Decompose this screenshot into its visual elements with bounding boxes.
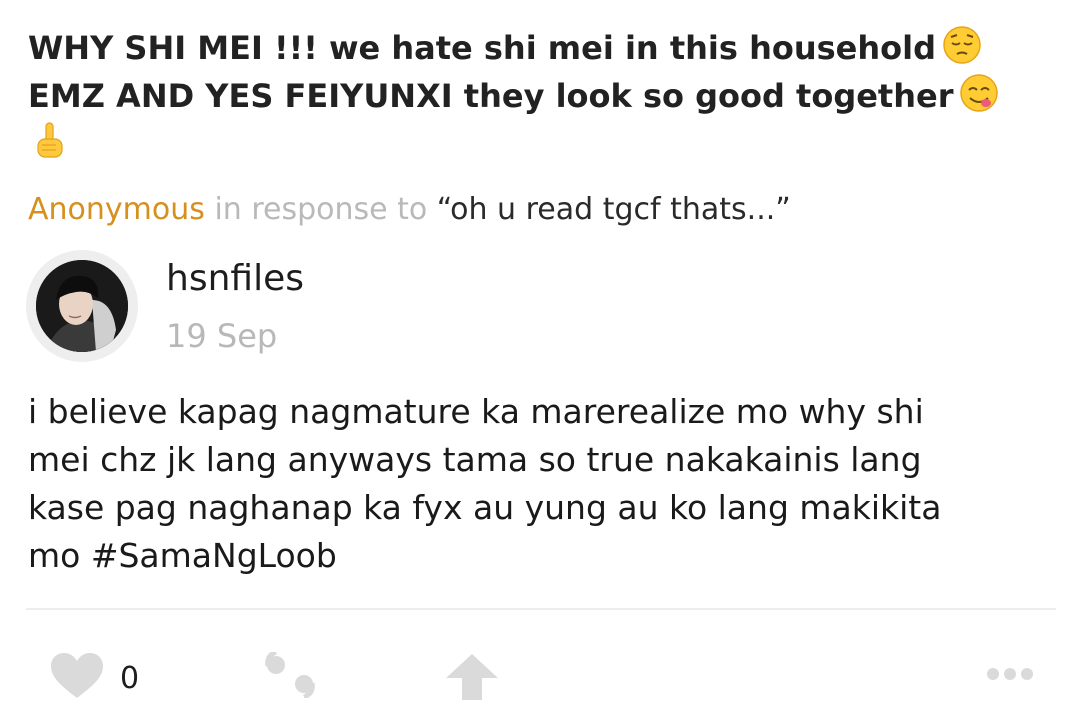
like-button[interactable]: 0: [50, 652, 139, 704]
quoted-question-link[interactable]: “oh u read tgcf thats...”: [437, 192, 791, 227]
avatar-photo: [36, 260, 128, 352]
share-arrow-icon: [444, 652, 500, 706]
quote-button[interactable]: [262, 649, 320, 702]
answer-line-2: mei chz jk lang anyways tama so true nak…: [28, 440, 922, 479]
quote-icon: [262, 649, 320, 702]
answer-line-3: kase pag naghanap ka fyx au yung au ko l…: [28, 488, 942, 527]
attribution-line: Anonymous in response to “oh u read tgcf…: [28, 188, 791, 232]
savoring-food-face-emoji-icon: [959, 73, 999, 113]
answer-line-4: mo #SamaNgLoob: [28, 536, 337, 575]
avatar[interactable]: [26, 250, 138, 362]
in-response-to-label: in response to: [214, 192, 428, 227]
like-count: 0: [120, 660, 140, 696]
asker-name-link[interactable]: Anonymous: [28, 192, 205, 227]
more-options-button[interactable]: [986, 664, 1034, 688]
question-text: WHY SHI MEI !!! we hate shi mei in this …: [28, 24, 1058, 168]
pointing-up-hand-emoji-icon: [30, 121, 70, 161]
more-dots-icon: [986, 664, 1034, 688]
question-line-1-text: WHY SHI MEI !!! we hate shi mei in this …: [28, 29, 937, 67]
question-line-3: [28, 120, 1058, 168]
heart-icon: [50, 652, 104, 704]
answer-text: i believe kapag nagmature ka marerealize…: [28, 388, 1068, 580]
question-line-2-text: EMZ AND YES FEIYUNXI they look so good t…: [28, 77, 954, 115]
answer-date: 19 Sep: [166, 317, 278, 355]
pensive-face-emoji-icon: [942, 25, 982, 65]
divider: [26, 608, 1056, 610]
question-line-1: WHY SHI MEI !!! we hate shi mei in this …: [28, 24, 1058, 72]
answer-line-1: i believe kapag nagmature ka marerealize…: [28, 392, 924, 431]
question-line-2: EMZ AND YES FEIYUNXI they look so good t…: [28, 72, 1058, 120]
answerer-username[interactable]: hsnfiles: [166, 256, 304, 302]
share-button[interactable]: [444, 652, 500, 706]
